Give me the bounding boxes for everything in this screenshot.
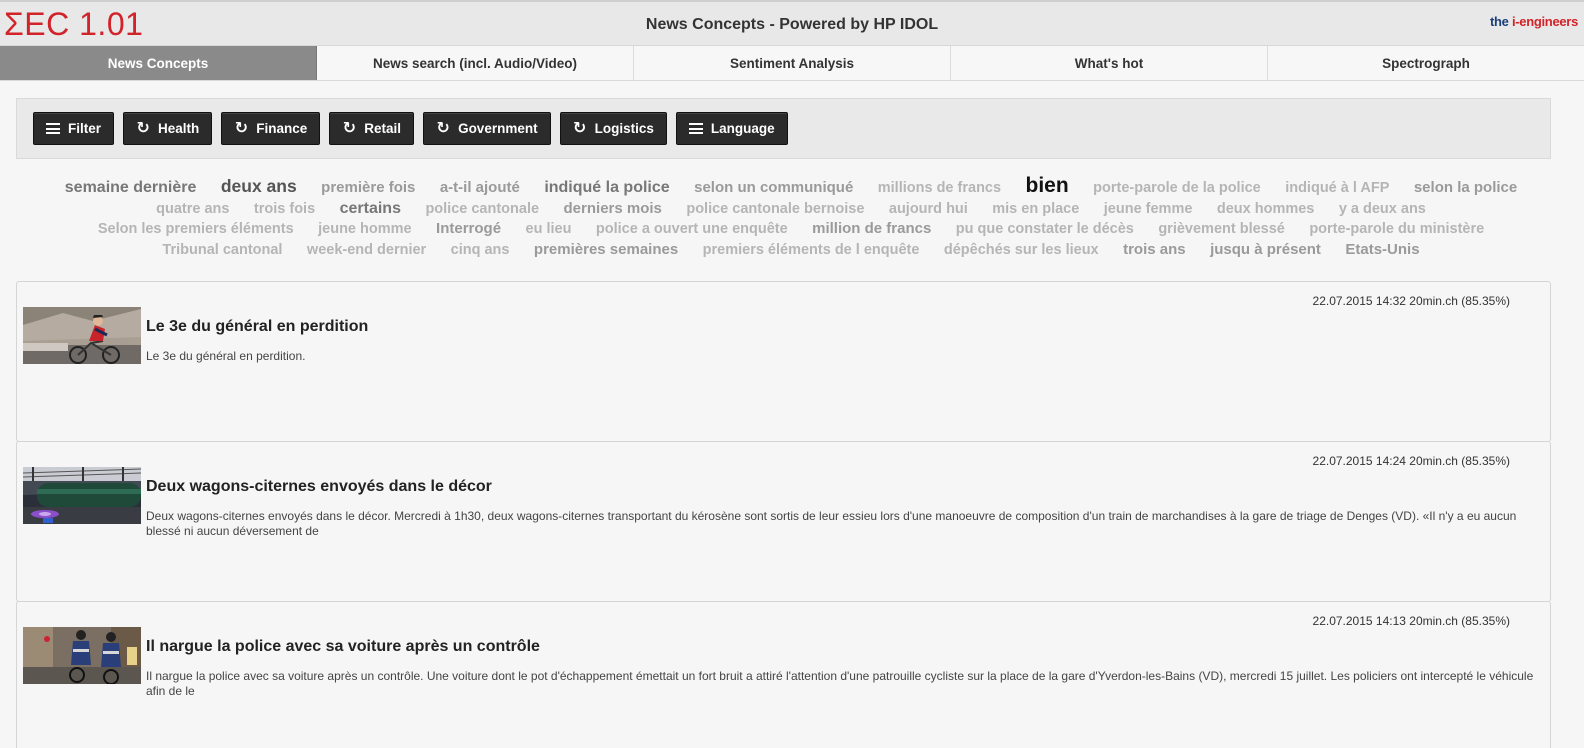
article-meta: 22.07.2015 14:13 20min.ch (85.35%) — [1312, 614, 1510, 628]
article-thumbnail[interactable] — [23, 627, 141, 684]
concept-tag[interactable]: Tribunal cantonal — [162, 240, 282, 261]
concept-tag[interactable]: mis en place — [992, 199, 1079, 220]
article-title[interactable]: Deux wagons-citernes envoyés dans le déc… — [146, 478, 492, 496]
tab-whats-hot[interactable]: What's hot — [951, 46, 1268, 80]
concept-tag[interactable]: premiers éléments de l enquête — [703, 240, 920, 261]
concept-tag[interactable]: indiqué à l AFP — [1285, 178, 1389, 199]
concept-tag[interactable]: police a ouvert une enquête — [596, 219, 788, 240]
article-meta: 22.07.2015 14:24 20min.ch (85.35%) — [1312, 454, 1510, 468]
concept-tag[interactable]: porte-parole du ministère — [1309, 219, 1484, 240]
article-card[interactable]: 22.07.2015 14:13 20min.ch (85.35%) Il na… — [16, 601, 1551, 748]
concept-tag[interactable]: selon un communiqué — [694, 178, 853, 199]
concept-tag[interactable]: police cantonale bernoise — [686, 199, 864, 220]
article-description: Deux wagons-citernes envoyés dans le déc… — [146, 509, 1517, 538]
article-description: Le 3e du général en perdition. — [146, 349, 306, 363]
concept-tag[interactable]: trois ans — [1123, 240, 1186, 261]
concept-tag[interactable]: aujourd hui — [889, 199, 968, 220]
article-card[interactable]: 22.07.2015 14:24 20min.ch (85.35%) Deux … — [16, 441, 1551, 602]
button-label: Filter — [68, 121, 102, 136]
concept-tag[interactable]: certains — [340, 199, 401, 220]
concept-tag[interactable]: dépêchés sur les lieux — [944, 240, 1099, 261]
concept-tag[interactable]: jeune femme — [1104, 199, 1193, 220]
concept-tag[interactable]: y a deux ans — [1339, 199, 1426, 220]
tab-spectrograph[interactable]: Spectrograph — [1268, 46, 1584, 80]
tab-sentiment-analysis[interactable]: Sentiment Analysis — [634, 46, 951, 80]
tab-news-search[interactable]: News search (incl. Audio/Video) — [317, 46, 634, 80]
concept-tag[interactable]: selon la police — [1414, 178, 1517, 199]
concept-tag[interactable]: jusqu à présent — [1210, 240, 1321, 261]
concept-tag[interactable]: derniers mois — [564, 199, 662, 220]
filter-button[interactable]: Filter — [33, 112, 115, 145]
redo-icon: ↻ — [572, 119, 587, 137]
concept-tag[interactable]: deux ans — [221, 176, 297, 197]
concept-tag[interactable]: week-end dernier — [307, 240, 426, 261]
redo-icon: ↻ — [234, 119, 248, 137]
concept-tag[interactable]: police cantonale — [425, 199, 539, 220]
concept-tag[interactable]: Interrogé — [436, 219, 501, 240]
concept-tag[interactable]: quatre ans — [156, 199, 229, 220]
health-button[interactable]: ↻ Health — [123, 112, 213, 145]
government-button[interactable]: ↻ Government — [423, 112, 551, 145]
concept-tag[interactable]: premières semaines — [534, 240, 678, 261]
concept-cloud: semaine dernière deux ans première fois … — [36, 175, 1546, 261]
button-label: Government — [458, 121, 538, 136]
company-logo: the i-engineers — [1490, 14, 1578, 29]
redo-icon: ↻ — [136, 119, 150, 137]
tab-bar: News Concepts News search (incl. Audio/V… — [0, 46, 1584, 81]
police-cyclists-photo-icon — [23, 627, 141, 684]
filter-toolbar: Filter ↻ Health ↻ Finance ↻ Retail ↻ Governm… — [16, 98, 1551, 159]
button-label: Finance — [256, 121, 308, 136]
concept-tag[interactable]: bien — [1026, 175, 1069, 197]
page-title: News Concepts - Powered by HP IDOL — [645, 16, 939, 33]
button-label: Logistics — [594, 121, 654, 136]
article-list: 22.07.2015 14:32 20min.ch (85.35%) Le 3e… — [16, 281, 1551, 748]
redo-icon: ↻ — [436, 119, 450, 137]
button-label: Health — [158, 121, 200, 136]
article-title[interactable]: Il nargue la police avec sa voiture aprè… — [146, 638, 540, 656]
redo-icon: ↻ — [342, 119, 356, 137]
concept-tag[interactable]: millions de francs — [878, 178, 1001, 199]
language-button[interactable]: Language — [675, 112, 788, 145]
finance-button[interactable]: ↻ Finance — [221, 112, 321, 145]
concept-tag[interactable]: million de francs — [812, 219, 931, 240]
article-title[interactable]: Le 3e du général en perdition — [146, 318, 368, 336]
retail-button[interactable]: ↻ Retail — [329, 112, 415, 145]
concept-tag[interactable]: trois fois — [254, 199, 315, 220]
concept-tag[interactable]: première fois — [321, 178, 415, 199]
concept-tag[interactable]: indiqué la police — [544, 178, 669, 199]
logistics-button[interactable]: ↻ Logistics — [559, 112, 667, 145]
concept-tag[interactable]: jeune homme — [318, 219, 411, 240]
menu-icon — [44, 123, 62, 134]
tab-news-concepts[interactable]: News Concepts — [0, 46, 317, 80]
article-thumbnail[interactable] — [23, 307, 141, 364]
article-card[interactable]: 22.07.2015 14:32 20min.ch (85.35%) Le 3e… — [16, 281, 1551, 442]
concept-tag[interactable]: Selon les premiers éléments — [98, 219, 294, 240]
cyclist-photo-icon — [23, 307, 141, 364]
menu-icon — [687, 123, 705, 134]
concept-tag[interactable]: deux hommes — [1217, 199, 1315, 220]
concept-tag[interactable]: a-t-il ajouté — [440, 178, 520, 199]
tank-wagon-photo-icon — [23, 467, 141, 524]
article-thumbnail[interactable] — [23, 467, 141, 524]
concept-tag[interactable]: cinq ans — [451, 240, 510, 261]
concept-tag[interactable]: semaine dernière — [65, 178, 197, 199]
concept-tag[interactable]: grièvement blessé — [1158, 219, 1285, 240]
concept-tag[interactable]: porte-parole de la police — [1093, 178, 1261, 199]
button-label: Language — [710, 121, 775, 136]
article-meta: 22.07.2015 14:32 20min.ch (85.35%) — [1312, 294, 1510, 308]
article-description: Il nargue la police avec sa voiture aprè… — [146, 669, 1534, 698]
header-bar: ΣEC 1.01 News Concepts - Powered by HP I… — [0, 0, 1584, 46]
button-label: Retail — [364, 121, 402, 136]
concept-tag[interactable]: Etats-Unis — [1345, 240, 1419, 261]
concept-tag[interactable]: eu lieu — [526, 219, 572, 240]
concept-tag[interactable]: pu que constater le décès — [956, 219, 1134, 240]
